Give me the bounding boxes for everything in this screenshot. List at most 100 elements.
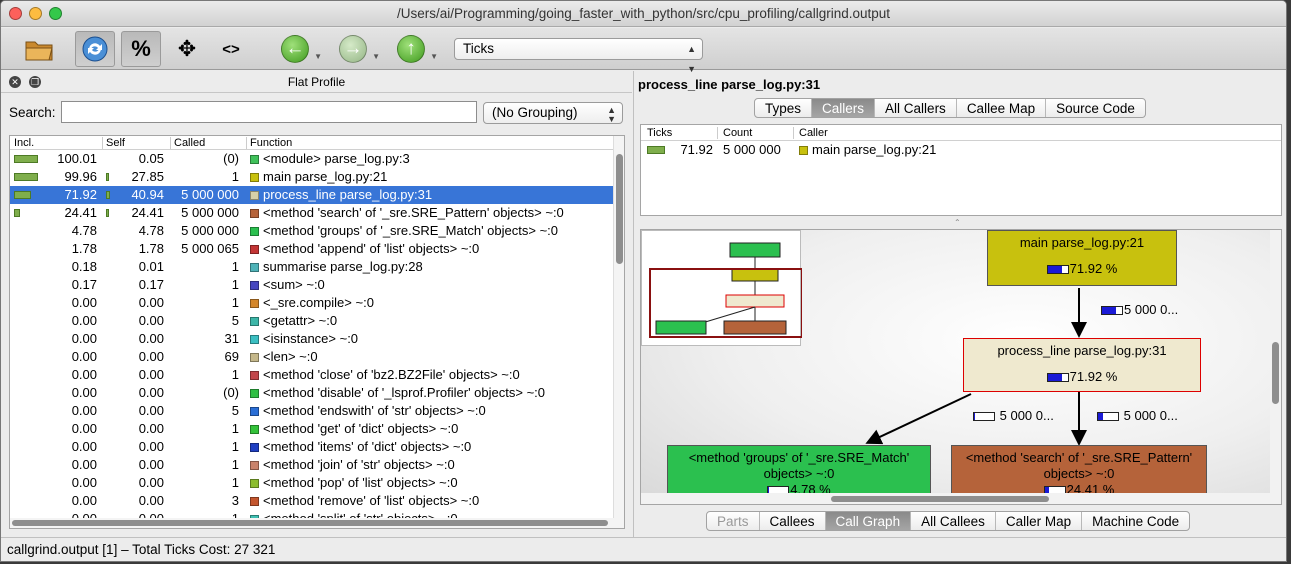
incl-cell: 99.96 (64, 169, 97, 184)
tab-callees[interactable]: Callees (760, 512, 826, 530)
function-cell: <method 'search' of '_sre.SRE_Pattern' o… (263, 205, 564, 220)
tab-callers[interactable]: Callers (812, 99, 876, 117)
table-row[interactable]: 24.41 24.41 5 000 000 <method 'search' of '… (10, 204, 624, 222)
function-color-swatch (250, 335, 259, 344)
search-input[interactable] (61, 101, 477, 123)
scrollbar-thumb[interactable] (1272, 342, 1279, 404)
move-button[interactable]: ✥ (169, 31, 205, 67)
self-cell: 0.00 (138, 493, 164, 508)
self-cell: 0.00 (138, 421, 164, 436)
tab-all-callees[interactable]: All Callees (911, 512, 996, 530)
function-cell: <getattr> ~:0 (263, 313, 338, 328)
top-tab-bar: Types Callers All Callers Callee Map Source … (754, 98, 1146, 118)
node-label: main parse_log.py:21 (1019, 235, 1145, 250)
table-row[interactable]: 0.00 0.00 5 <getattr> ~:0 (10, 312, 624, 330)
table-row[interactable]: 0.18 0.01 1 summarise parse_log.py:28 (10, 258, 624, 276)
event-type-select[interactable]: Ticks ▲ ▼ (454, 38, 703, 74)
table-row[interactable]: 0.00 0.00 1 <method 'get' of 'dict' objects… (10, 420, 624, 438)
minimize-window-button[interactable] (29, 7, 42, 20)
forward-button[interactable]: → ▼ (335, 31, 380, 67)
grouping-select[interactable]: (No Grouping) ▲ ▼ (483, 102, 623, 124)
graph-node-main[interactable]: main parse_log.py:21 71.92 % (987, 230, 1177, 286)
table-row[interactable]: 0.00 0.00 5 <method 'endswith' of 'str' obj… (10, 402, 624, 420)
event-type-value: Ticks (463, 41, 494, 56)
scrollbar-thumb[interactable] (12, 520, 608, 526)
table-row[interactable]: 100.01 0.05 (0) <module> parse_log.py:3 (10, 150, 624, 168)
tab-caller-map[interactable]: Caller Map (996, 512, 1083, 530)
table-row[interactable]: 99.96 27.85 1 main parse_log.py:21 (10, 168, 624, 186)
relative-button[interactable] (75, 31, 115, 67)
scrollbar-thumb[interactable] (831, 496, 1049, 502)
call-graph-view[interactable]: main parse_log.py:21 71.92 % 5 000 0... … (640, 229, 1282, 505)
table-row[interactable]: 0.00 0.00 69 <len> ~:0 (10, 348, 624, 366)
ticks-cell: 71.92 (680, 142, 713, 157)
function-color-swatch (250, 227, 259, 236)
function-color-swatch (250, 443, 259, 452)
column-ticks[interactable]: Ticks (647, 125, 672, 141)
called-cell: 5 000 000 (181, 205, 239, 220)
caller-cell: main parse_log.py:21 (812, 142, 937, 157)
self-cell: 4.78 (138, 223, 164, 238)
tab-call-graph[interactable]: Call Graph (825, 512, 912, 530)
table-row[interactable]: 0.00 0.00 1 <method 'pop' of 'list' objects… (10, 474, 624, 492)
table-row[interactable]: 1.78 1.78 5 000 065 <method 'append' of 'li… (10, 240, 624, 258)
table-row[interactable]: 0.00 0.00 1 <_sre.compile> ~:0 (10, 294, 624, 312)
shorten-names-button[interactable]: <> (213, 31, 249, 67)
table-row[interactable]: 0.00 0.00 3 <method 'remove' of 'list' obje… (10, 492, 624, 510)
tab-source-code[interactable]: Source Code (1046, 99, 1145, 117)
incl-cell: 0.00 (71, 475, 97, 490)
graph-node-process-line[interactable]: process_line parse_log.py:31 71.92 % (963, 338, 1201, 392)
incl-bar (14, 173, 38, 181)
grouping-value: (No Grouping) (492, 105, 578, 120)
close-panel-icon[interactable]: ✕ (9, 76, 21, 88)
flat-profile-table[interactable]: Incl. Self Called Function 100.01 0.05 (0)… (9, 135, 625, 529)
node-label: process_line parse_log.py:31 (997, 343, 1167, 358)
percent-bar-icon (1101, 306, 1123, 315)
tab-machine-code[interactable]: Machine Code (1082, 512, 1189, 530)
tab-all-callers[interactable]: All Callers (875, 99, 957, 117)
table-row[interactable]: 0.17 0.17 1 <sum> ~:0 (10, 276, 624, 294)
back-button[interactable]: ← ▼ (277, 31, 322, 67)
called-cell: 1 (231, 475, 239, 490)
column-called[interactable]: Called (174, 136, 205, 150)
function-color-swatch (250, 317, 259, 326)
self-cell: 0.01 (138, 259, 164, 274)
zoom-window-button[interactable] (49, 7, 62, 20)
float-panel-icon[interactable]: ❐ (29, 76, 41, 88)
incl-cell: 0.17 (71, 277, 97, 292)
edge-label-main-process: 5 000 0... (1101, 302, 1178, 317)
scrollbar-thumb[interactable] (616, 154, 623, 264)
table-row[interactable]: 0.00 0.00 1 <method 'items' of 'dict' objec… (10, 438, 624, 456)
percentage-toggle-button[interactable]: % (121, 31, 161, 67)
caller-row[interactable]: 71.92 5 000 000 main parse_log.py:21 (641, 141, 1281, 159)
tab-parts[interactable]: Parts (707, 512, 760, 530)
table-row[interactable]: 0.00 0.00 1 <method 'join' of 'str' objects… (10, 456, 624, 474)
status-bar: callgrind.output [1] – Total Ticks Cost:… (1, 537, 1286, 561)
column-self[interactable]: Self (106, 136, 125, 150)
table-row[interactable]: 0.00 0.00 31 <isinstance> ~:0 (10, 330, 624, 348)
node-label: <method 'search' of '_sre.SRE_Pattern' o… (965, 450, 1193, 481)
column-function[interactable]: Function (250, 136, 292, 150)
graph-vertical-scrollbar[interactable] (1270, 230, 1281, 504)
column-count[interactable]: Count (723, 125, 752, 141)
ticks-bar (647, 146, 665, 154)
tab-types[interactable]: Types (755, 99, 813, 117)
table-row[interactable]: 4.78 4.78 5 000 000 <method 'groups' of '_s… (10, 222, 624, 240)
splitter-handle[interactable]: ⌃ (954, 218, 961, 227)
vertical-scrollbar[interactable] (613, 136, 624, 528)
graph-horizontal-scrollbar[interactable] (641, 493, 1272, 504)
select-arrows-icon: ▲ ▼ (607, 105, 616, 124)
up-button[interactable]: ↑ ▼ (393, 31, 438, 67)
horizontal-scrollbar[interactable] (10, 518, 624, 528)
open-file-button[interactable] (21, 31, 57, 67)
table-row[interactable]: 71.92 40.94 5 000 000 process_line parse_lo… (10, 186, 624, 204)
column-incl[interactable]: Incl. (14, 136, 34, 150)
tab-callee-map[interactable]: Callee Map (957, 99, 1047, 117)
column-caller[interactable]: Caller (799, 125, 828, 141)
callers-table[interactable]: Ticks Count Caller 71.92 5 000 000 main … (640, 124, 1282, 216)
close-window-button[interactable] (9, 7, 22, 20)
titlebar: /Users/ai/Programming/going_faster_with_… (1, 1, 1286, 27)
incl-cell: 0.00 (71, 349, 97, 364)
table-row[interactable]: 0.00 0.00 1 <method 'close' of 'bz2.BZ2File… (10, 366, 624, 384)
table-row[interactable]: 0.00 0.00 (0) <method 'disable' of '_lsprof… (10, 384, 624, 402)
